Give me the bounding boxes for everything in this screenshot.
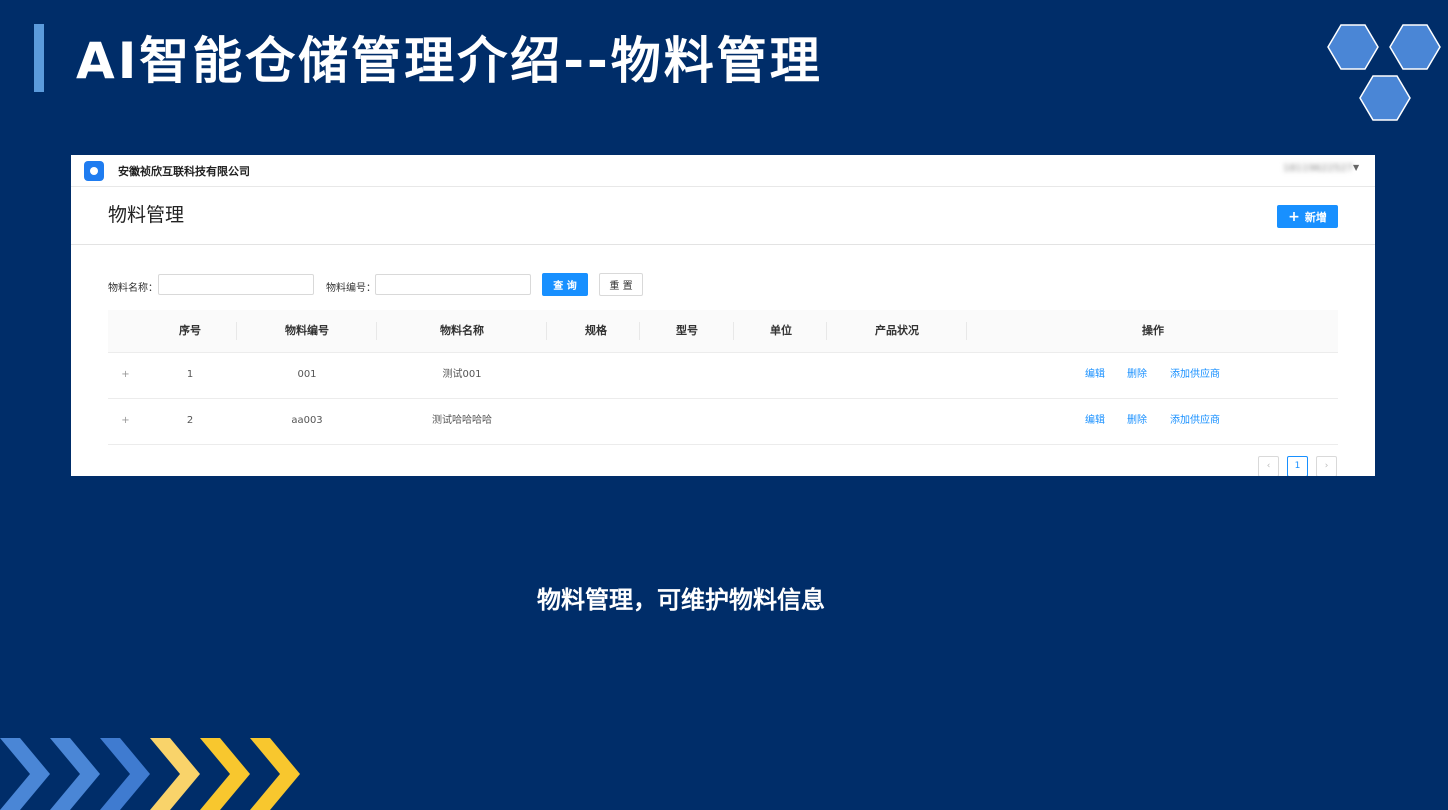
expand-row-icon[interactable]: + [120, 369, 131, 380]
app-screenshot: 安徽祯欣互联科技有限公司 18119622527 ▼ 物料管理 + 新增 物料名… [71, 155, 1375, 476]
column-header-model: 型号 [676, 324, 698, 337]
page-header: 物料管理 + 新增 [71, 186, 1375, 245]
cell-code: 001 [297, 369, 317, 380]
cell-code: aa003 [291, 415, 323, 426]
column-divider [236, 322, 237, 340]
user-account[interactable]: 18119622527 [1283, 163, 1353, 174]
cell-name: 测试001 [442, 369, 482, 380]
column-divider [639, 322, 640, 340]
add-button[interactable]: + 新增 [1277, 205, 1338, 228]
column-divider [966, 322, 967, 340]
chevron-yellow-2 [200, 738, 250, 810]
delete-link[interactable]: 删除 [1127, 398, 1147, 444]
edit-link[interactable]: 编辑 [1085, 352, 1105, 398]
chevron-blue-3 [100, 738, 150, 810]
column-header-index: 序号 [179, 324, 201, 337]
column-header-actions: 操作 [1142, 324, 1164, 337]
column-divider [376, 322, 377, 340]
hexagon-1 [1327, 24, 1379, 70]
reset-button[interactable]: 重 置 [599, 273, 643, 296]
pagination-next-icon[interactable]: › [1316, 456, 1337, 476]
app-topbar: 安徽祯欣互联科技有限公司 18119622527 ▼ [71, 155, 1375, 187]
cell-name: 测试哈哈哈哈 [432, 415, 492, 426]
table-row: + 2 aa003 测试哈哈哈哈 编辑 删除 添加供应商 [108, 398, 1338, 445]
add-button-label: 新增 [1304, 210, 1327, 224]
material-code-input[interactable] [375, 274, 531, 295]
add-supplier-link[interactable]: 添加供应商 [1170, 352, 1220, 398]
material-name-input[interactable] [158, 274, 314, 295]
app-logo-icon [84, 161, 104, 181]
column-divider [546, 322, 547, 340]
hexagon-2 [1389, 24, 1441, 70]
title-accent-bar [34, 24, 44, 92]
column-header-status: 产品状况 [875, 324, 919, 337]
page-title: 物料管理 [108, 204, 185, 226]
caret-down-icon[interactable]: ▼ [1353, 163, 1359, 172]
material-name-label: 物料名称： [108, 283, 158, 294]
query-button[interactable]: 查 询 [542, 273, 588, 296]
slide-title: AI智能仓储管理介绍--物料管理 [76, 32, 823, 90]
pagination-page-1[interactable]: 1 [1287, 456, 1308, 476]
table-row: + 1 001 测试001 编辑 删除 添加供应商 [108, 352, 1338, 399]
table-header: 序号 物料编号 物料名称 规格 型号 单位 产品状况 操作 [108, 310, 1338, 353]
pagination-prev-icon[interactable]: ‹ [1258, 456, 1279, 476]
hexagon-decoration-icon [1327, 24, 1441, 121]
chevron-arrows-icon [0, 738, 300, 810]
chevron-yellow-3 [250, 738, 300, 810]
expand-row-icon[interactable]: + [120, 415, 131, 426]
cell-index: 2 [186, 415, 194, 426]
column-divider [733, 322, 734, 340]
cell-index: 1 [186, 369, 194, 380]
company-name: 安徽祯欣互联科技有限公司 [118, 165, 250, 178]
edit-link[interactable]: 编辑 [1085, 398, 1105, 444]
chevron-blue-1 [0, 738, 50, 810]
column-header-unit: 单位 [770, 324, 792, 337]
column-header-name: 物料名称 [440, 324, 484, 337]
column-divider [826, 322, 827, 340]
column-header-code: 物料编号 [285, 324, 329, 337]
delete-link[interactable]: 删除 [1127, 352, 1147, 398]
hexagon-3 [1359, 75, 1411, 121]
slide-caption: 物料管理，可维护物料信息 [537, 586, 825, 614]
chevron-yellow-1 [150, 738, 200, 810]
material-code-label: 物料编号： [326, 283, 376, 294]
plus-icon: + [1288, 208, 1300, 225]
column-header-spec: 规格 [585, 324, 607, 337]
chevron-blue-2 [50, 738, 100, 810]
add-supplier-link[interactable]: 添加供应商 [1170, 398, 1220, 444]
